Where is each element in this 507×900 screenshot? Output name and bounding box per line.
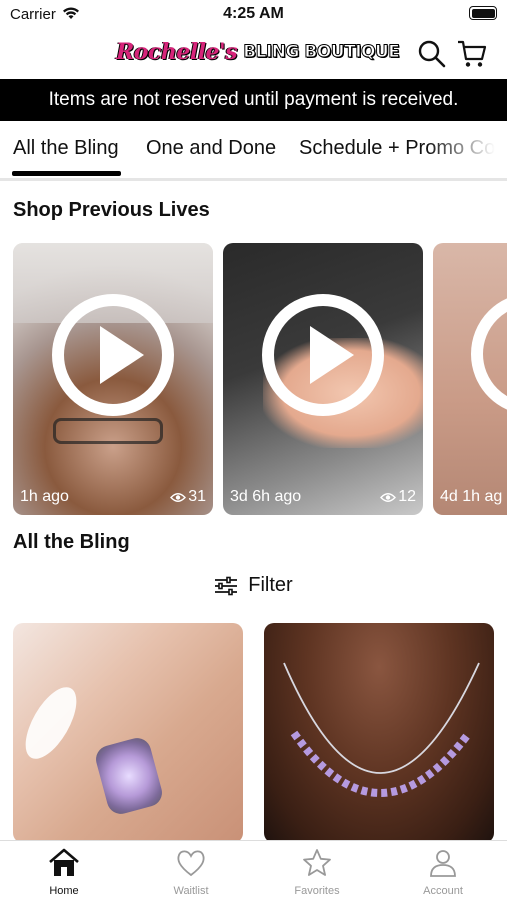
status-bar: Carrier 4:25 AM	[0, 0, 507, 30]
video-card[interactable]: 3d 6h ago 12	[223, 243, 423, 515]
star-icon	[303, 849, 331, 876]
eye-icon	[380, 492, 397, 502]
tabs-divider	[0, 178, 507, 181]
category-tabs: All the Bling One and Done Schedule + Pr…	[0, 121, 507, 178]
nav-home-label: Home	[49, 885, 79, 897]
video-time-ago: 1h ago	[20, 488, 69, 505]
video-card[interactable]: 4d 1h ag	[433, 243, 507, 515]
app-header: Rochelle's BLING BOUTIQUE	[0, 30, 507, 78]
active-tab-indicator	[12, 171, 121, 176]
all-bling-heading: All the Bling	[13, 531, 130, 553]
video-time-ago: 3d 6h ago	[230, 488, 302, 505]
tabs-fade-overlay	[427, 121, 507, 178]
logo-script-text: Rochelle's	[116, 39, 238, 65]
product-image-detail	[15, 679, 87, 767]
filter-sliders-icon	[215, 576, 238, 595]
cart-icon[interactable]	[456, 38, 488, 70]
bottom-tab-bar: Home Waitlist Favorites Account	[0, 840, 507, 900]
filter-label: Filter	[248, 574, 293, 596]
previous-lives-heading: Shop Previous Lives	[13, 199, 210, 221]
payment-notice-banner: Items are not reserved until payment is …	[0, 79, 507, 121]
nav-favorites-label: Favorites	[294, 885, 340, 897]
product-card[interactable]	[264, 623, 494, 843]
filter-button[interactable]: Filter	[0, 574, 507, 597]
necklace-graphic	[283, 662, 480, 797]
product-card[interactable]	[13, 623, 243, 843]
nav-account[interactable]: Account	[393, 847, 493, 897]
account-icon	[430, 850, 456, 877]
play-icon[interactable]	[262, 293, 384, 416]
battery-icon	[469, 6, 497, 20]
nav-favorites[interactable]: Favorites	[267, 847, 367, 897]
tab-one-and-done[interactable]: One and Done	[146, 137, 276, 160]
tab-all-the-bling[interactable]: All the Bling	[13, 137, 119, 160]
nav-waitlist-label: Waitlist	[173, 885, 209, 897]
heart-icon	[177, 850, 205, 877]
home-icon	[49, 848, 79, 876]
video-views: 12	[380, 488, 416, 506]
logo-block-text: BLING BOUTIQUE	[243, 42, 401, 63]
ring-gems	[92, 734, 166, 818]
video-card[interactable]: 1h ago 31	[13, 243, 213, 515]
view-count: 31	[188, 488, 206, 505]
play-icon[interactable]	[471, 293, 507, 415]
view-count: 12	[398, 488, 416, 505]
nav-waitlist[interactable]: Waitlist	[141, 847, 241, 897]
nav-account-label: Account	[423, 885, 463, 897]
play-icon[interactable]	[52, 293, 174, 416]
clock: 4:25 AM	[223, 5, 284, 22]
search-icon[interactable]	[416, 38, 448, 70]
brand-logo[interactable]: Rochelle's BLING BOUTIQUE	[116, 32, 401, 72]
video-views: 31	[170, 488, 206, 506]
glasses-shape	[53, 418, 163, 444]
eye-icon	[170, 492, 187, 502]
nav-home[interactable]: Home	[14, 847, 114, 897]
video-time-ago: 4d 1h ag	[440, 488, 503, 505]
